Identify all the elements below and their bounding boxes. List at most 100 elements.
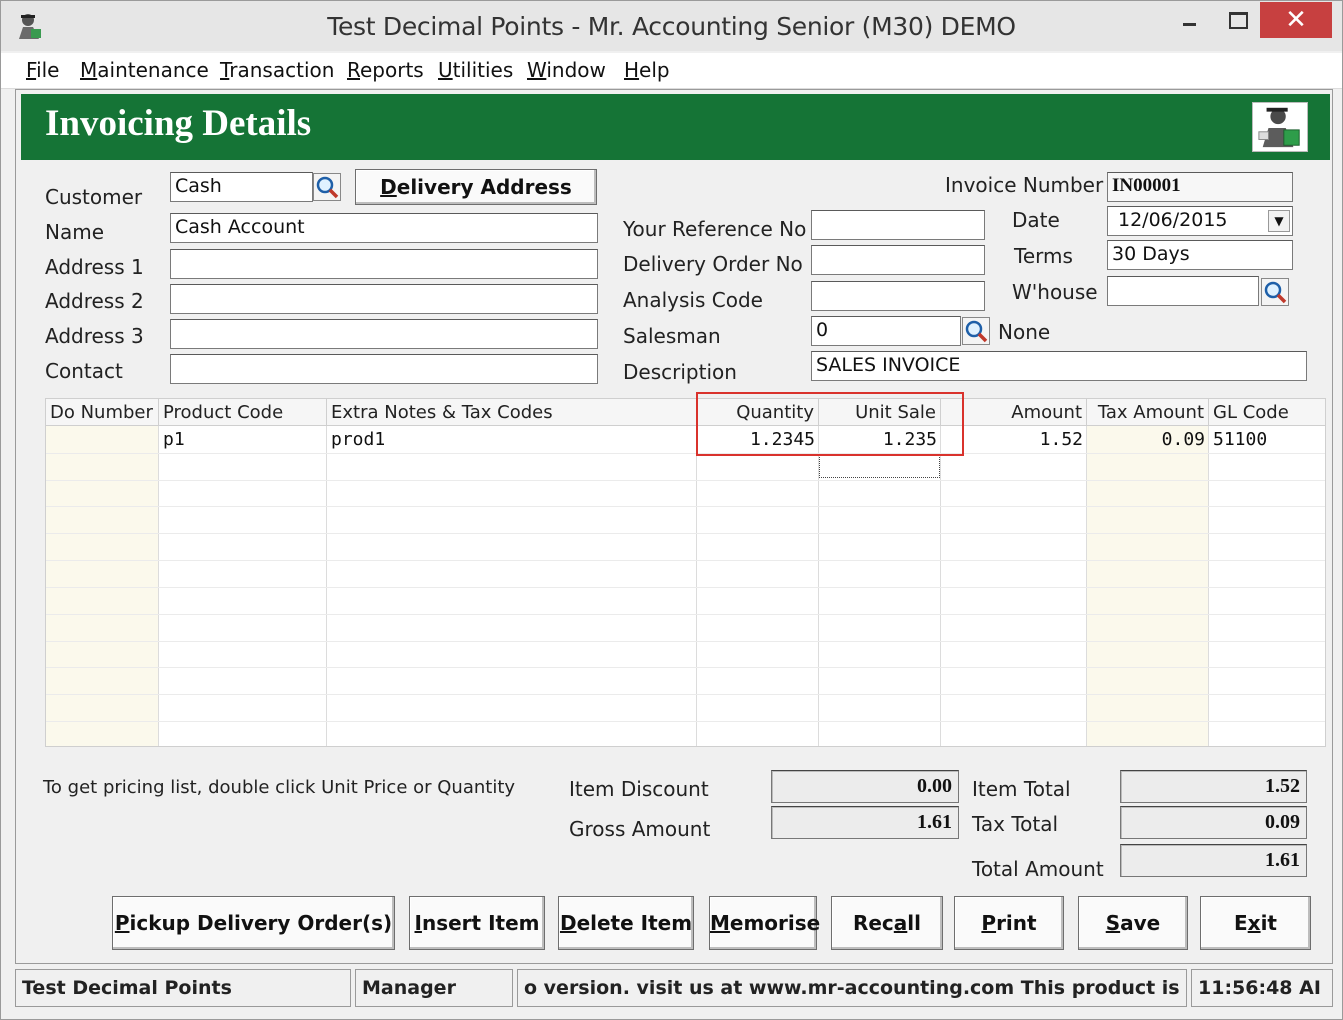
item-total-label: Item Total — [972, 777, 1071, 801]
warehouse-search-icon[interactable] — [1261, 278, 1289, 306]
row-divider — [46, 560, 1325, 561]
row-divider — [46, 506, 1325, 507]
form-header: Invoicing Details — [21, 94, 1330, 160]
cell-notes[interactable]: prod1 — [327, 427, 697, 453]
highlight-box — [696, 392, 964, 456]
address3-field[interactable] — [170, 319, 598, 349]
status-company: Test Decimal Points — [15, 969, 351, 1007]
row-divider — [46, 453, 1325, 454]
description-field[interactable]: SALES INVOICE — [811, 351, 1307, 381]
pricing-hint: To get pricing list, double click Unit P… — [43, 777, 516, 798]
salesman-label: Salesman — [623, 324, 721, 348]
row-divider — [46, 667, 1325, 668]
contact-label: Contact — [45, 359, 123, 383]
row-divider — [46, 533, 1325, 534]
menu-transaction[interactable]: Transaction — [220, 58, 334, 82]
cell-do-number[interactable] — [46, 427, 159, 453]
description-label: Description — [623, 360, 737, 384]
salesman-field[interactable]: 0 — [811, 316, 961, 346]
terms-field[interactable]: 30 Days — [1107, 240, 1293, 270]
address1-label: Address 1 — [45, 255, 144, 279]
contact-field[interactable] — [170, 354, 598, 384]
analysis-code-field[interactable] — [811, 281, 985, 311]
title-bar[interactable]: Test Decimal Points - Mr. Accounting Sen… — [1, 1, 1342, 51]
menu-file[interactable]: File — [26, 58, 59, 82]
column-header-gl-code[interactable]: GL Code — [1209, 399, 1325, 426]
column-header-product-code[interactable]: Product Code — [159, 399, 327, 426]
recall-button[interactable]: Recall — [831, 896, 943, 950]
date-dropdown-icon[interactable]: ▼ — [1268, 210, 1290, 232]
page-title: Invoicing Details — [45, 103, 312, 144]
window-title: Test Decimal Points - Mr. Accounting Sen… — [327, 12, 1016, 41]
menu-utilities[interactable]: Utilities — [438, 58, 513, 82]
menu-maintenance[interactable]: Maintenance — [80, 58, 209, 82]
exit-button[interactable]: Exit — [1200, 896, 1311, 950]
date-field[interactable]: 12/06/2015 ▼ — [1107, 206, 1293, 236]
date-value: 12/06/2015 — [1118, 209, 1228, 231]
delivery-address-button[interactable]: Delivery Address — [355, 169, 597, 205]
status-message: o version. visit us at www.mr-accounting… — [517, 969, 1187, 1007]
memorise-button[interactable]: Memorise — [709, 896, 820, 950]
your-reference-label: Your Reference No — [623, 217, 807, 241]
salesman-search-icon[interactable] — [962, 317, 990, 345]
row-divider — [46, 614, 1325, 615]
customer-field[interactable]: Cash — [170, 172, 313, 202]
insert-item-button[interactable]: Insert Item — [409, 896, 545, 950]
row-divider — [46, 641, 1325, 642]
delivery-order-field[interactable] — [811, 245, 985, 275]
app-window: Test Decimal Points - Mr. Accounting Sen… — [0, 0, 1343, 1020]
line-items-grid[interactable]: Do Number Product Code Extra Notes & Tax… — [45, 398, 1326, 747]
column-header-do-number[interactable]: Do Number — [46, 399, 159, 426]
name-field[interactable]: Cash Account — [170, 213, 598, 243]
customer-search-icon[interactable] — [313, 173, 341, 201]
date-label: Date — [1012, 208, 1060, 232]
status-user: Manager — [355, 969, 513, 1007]
menu-window[interactable]: Window — [527, 58, 606, 82]
address1-field[interactable] — [170, 249, 598, 279]
tax-total-value: 0.09 — [1120, 806, 1307, 839]
close-button[interactable]: ✕ — [1260, 2, 1332, 38]
tax-total-label: Tax Total — [972, 812, 1059, 836]
invoice-number-label: Invoice Number — [945, 173, 1104, 197]
row-divider — [46, 587, 1325, 588]
status-time: 11:56:48 AI — [1191, 969, 1333, 1007]
row-divider — [46, 694, 1325, 695]
terms-label: Terms — [1014, 244, 1073, 268]
row-divider — [46, 721, 1325, 722]
delete-item-button[interactable]: Delete Item — [558, 896, 694, 950]
menu-bar: File Maintenance Transaction Reports Uti… — [1, 53, 1342, 89]
minimize-button[interactable] — [1166, 1, 1212, 39]
gross-amount-value: 1.61 — [771, 806, 959, 839]
address2-field[interactable] — [170, 284, 598, 314]
cell-product-code[interactable]: p1 — [159, 427, 327, 453]
pickup-delivery-orders-button[interactable]: Pickup Delivery Order(s) — [112, 896, 395, 950]
delivery-order-label: Delivery Order No — [623, 252, 803, 276]
accountant-logo-icon — [1252, 102, 1308, 152]
total-amount-value: 1.61 — [1120, 844, 1307, 877]
grid-header: Do Number Product Code Extra Notes & Tax… — [46, 399, 1325, 426]
cell-tax-amount[interactable]: 0.09 — [1087, 427, 1209, 453]
salesman-name: None — [998, 320, 1051, 344]
status-bar: Test Decimal Points Manager o version. v… — [15, 965, 1333, 1009]
warehouse-label: W'house — [1012, 280, 1098, 304]
address3-label: Address 3 — [45, 324, 144, 348]
warehouse-field[interactable] — [1107, 276, 1259, 306]
print-button[interactable]: Print — [954, 896, 1064, 950]
grid-focus-cell[interactable] — [819, 455, 940, 478]
address2-label: Address 2 — [45, 289, 144, 313]
customer-label: Customer — [45, 185, 143, 209]
save-button[interactable]: Save — [1078, 896, 1188, 950]
row-divider — [46, 480, 1325, 481]
column-header-tax-amount[interactable]: Tax Amount — [1087, 399, 1209, 426]
cell-gl-code[interactable]: 51100 — [1209, 427, 1325, 453]
name-label: Name — [45, 220, 105, 244]
item-total-value: 1.52 — [1120, 770, 1307, 803]
menu-reports[interactable]: Reports — [347, 58, 424, 82]
your-reference-field[interactable] — [811, 210, 985, 240]
analysis-code-label: Analysis Code — [623, 288, 763, 312]
column-header-notes[interactable]: Extra Notes & Tax Codes — [327, 399, 697, 426]
gross-amount-label: Gross Amount — [569, 817, 711, 841]
item-discount-label: Item Discount — [569, 777, 709, 801]
maximize-button[interactable] — [1213, 1, 1259, 39]
menu-help[interactable]: Help — [624, 58, 670, 82]
